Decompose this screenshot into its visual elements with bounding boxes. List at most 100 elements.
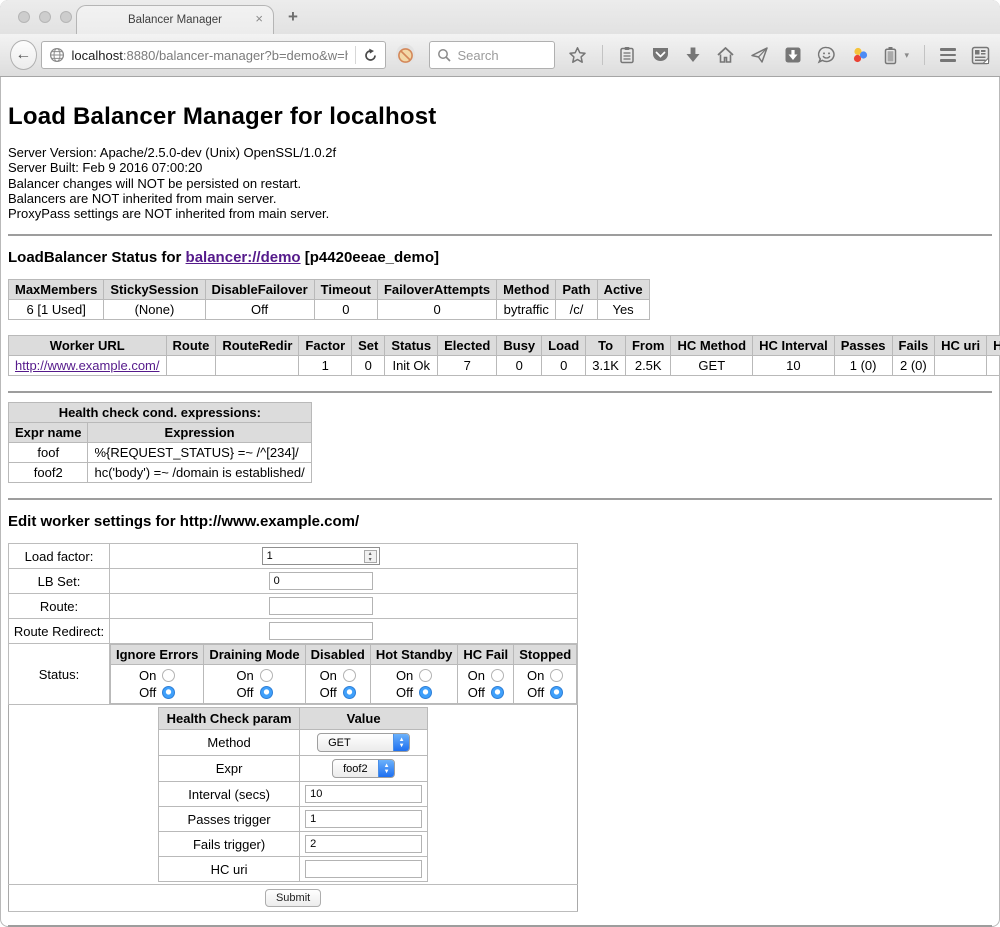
column-header: Passes: [834, 336, 892, 356]
tab-balancer-manager[interactable]: Balancer Manager ×: [76, 5, 274, 34]
column-header: Timeout: [314, 280, 377, 300]
panel-download-icon[interactable]: [784, 46, 802, 64]
route-label: Route:: [9, 594, 110, 619]
cell-hc-interval: 10: [753, 356, 835, 376]
new-tab-button[interactable]: +: [288, 7, 298, 27]
bookmark-star-icon[interactable]: [568, 46, 587, 65]
column-header: StickySession: [104, 280, 205, 300]
menu-icon[interactable]: [940, 48, 956, 62]
passes-input[interactable]: [305, 810, 422, 828]
lb-set-input[interactable]: [269, 572, 373, 590]
hc-row-interval: Interval (secs): [159, 782, 428, 807]
column-header: Path: [556, 280, 597, 300]
off-label: Off: [396, 685, 413, 700]
cell-elected: 7: [438, 356, 497, 376]
column-header: MaxMembers: [9, 280, 104, 300]
hc-header-row: Health Check param Value: [159, 708, 428, 730]
send-plane-icon[interactable]: [750, 46, 769, 64]
number-stepper-icon[interactable]: ▴▾: [364, 550, 377, 563]
reload-icon[interactable]: [363, 48, 378, 63]
radio-hc-fail-off[interactable]: [491, 686, 504, 699]
cell-expression: %{REQUEST_STATUS} =~ /^[234]/: [88, 443, 311, 463]
zoom-window-button[interactable]: [60, 11, 72, 23]
status-cell-stopped: On Off: [514, 665, 577, 704]
search-input[interactable]: [457, 48, 547, 63]
blocked-content-button[interactable]: [396, 44, 415, 66]
cell-set: 0: [352, 356, 385, 376]
off-label: Off: [320, 685, 337, 700]
url-text: localhost:8880/balancer-manager?b=demo&w…: [72, 48, 349, 63]
column-header: FailoverAttempts: [377, 280, 496, 300]
radio-hot-standby-off[interactable]: [419, 686, 432, 699]
on-label: On: [139, 668, 156, 683]
persist-note-line: Balancer changes will NOT be persisted o…: [8, 176, 992, 191]
browser-window: Balancer Manager × + ← localhost:8880/ba…: [0, 0, 1000, 927]
route-redirect-input[interactable]: [269, 622, 373, 640]
worker-url-link[interactable]: http://www.example.com/: [15, 358, 160, 373]
radio-hc-fail-on[interactable]: [491, 669, 504, 682]
divider: [8, 391, 992, 393]
load-factor-input[interactable]: [262, 547, 380, 565]
search-bar[interactable]: [429, 41, 555, 69]
route-input[interactable]: [269, 597, 373, 615]
expr-select[interactable]: foof2 ▲▼: [332, 759, 395, 778]
form-row-submit: Submit: [9, 885, 578, 912]
download-icon[interactable]: [685, 46, 701, 64]
form-row-hc-params: Health Check param Value Method GET ▲▼: [9, 705, 578, 885]
page-title: Load Balancer Manager for localhost: [8, 103, 992, 131]
cell-disablefailover: Off: [205, 300, 314, 320]
column-header: Hot Standby: [370, 645, 458, 665]
radio-disabled-on[interactable]: [343, 669, 356, 682]
balancer-status-table: MaxMembers StickySession DisableFailover…: [8, 279, 650, 320]
off-label: Off: [236, 685, 253, 700]
table-header-row: Expr name Expression: [9, 423, 312, 443]
column-header: Status: [385, 336, 438, 356]
back-button[interactable]: ←: [10, 40, 37, 70]
method-select[interactable]: GET ▲▼: [317, 733, 410, 752]
cell-method: bytraffic: [497, 300, 556, 320]
chat-smiley-icon[interactable]: [817, 46, 836, 64]
reader-grid-icon[interactable]: [971, 46, 990, 65]
form-row-route-redirect: Route Redirect:: [9, 619, 578, 644]
battery-dropdown-caret-icon[interactable]: ▾: [904, 50, 909, 61]
table-header-row: Worker URL Route RouteRedir Factor Set S…: [9, 336, 1000, 356]
column-header: Fails: [892, 336, 935, 356]
clipboard-icon[interactable]: [618, 46, 636, 64]
column-header: DisableFailover: [205, 280, 314, 300]
column-header: HC Expr: [987, 336, 1000, 356]
hc-uri-input[interactable]: [305, 860, 422, 878]
radio-stopped-off[interactable]: [550, 686, 563, 699]
url-path: :8880/balancer-manager?b=demo&w=http://w…: [123, 48, 348, 63]
colored-dots-icon[interactable]: [851, 46, 869, 64]
submit-button[interactable]: Submit: [265, 889, 321, 907]
server-info: Server Version: Apache/2.5.0-dev (Unix) …: [8, 145, 992, 221]
balancer-demo-link[interactable]: balancer://demo: [186, 249, 301, 266]
cell-hc-method: GET: [671, 356, 753, 376]
pocket-icon[interactable]: [651, 46, 670, 64]
radio-draining-mode-on[interactable]: [260, 669, 273, 682]
radio-draining-mode-off[interactable]: [260, 686, 273, 699]
status-label: Status:: [9, 644, 110, 705]
on-label: On: [527, 668, 544, 683]
radio-disabled-off[interactable]: [343, 686, 356, 699]
cell-hc-expr: foof2: [987, 356, 1000, 376]
cell-route: [166, 356, 216, 376]
status-heading-prefix: LoadBalancer Status for: [8, 249, 186, 266]
edit-worker-heading: Edit worker settings for http://www.exam…: [8, 513, 992, 530]
column-header: Expression: [88, 423, 311, 443]
close-window-button[interactable]: [18, 11, 30, 23]
url-bar[interactable]: localhost:8880/balancer-manager?b=demo&w…: [41, 41, 387, 69]
battery-icon[interactable]: [884, 46, 897, 65]
minimize-window-button[interactable]: [39, 11, 51, 23]
radio-ignore-errors-off[interactable]: [162, 686, 175, 699]
interval-input[interactable]: [305, 785, 422, 803]
radio-stopped-on[interactable]: [550, 669, 563, 682]
tab-close-icon[interactable]: ×: [255, 12, 263, 26]
column-header: HC Fail: [458, 645, 514, 665]
home-icon[interactable]: [716, 46, 735, 64]
fails-input[interactable]: [305, 835, 422, 853]
radio-hot-standby-on[interactable]: [419, 669, 432, 682]
radio-ignore-errors-on[interactable]: [162, 669, 175, 682]
column-header: To: [586, 336, 626, 356]
column-header: RouteRedir: [216, 336, 299, 356]
